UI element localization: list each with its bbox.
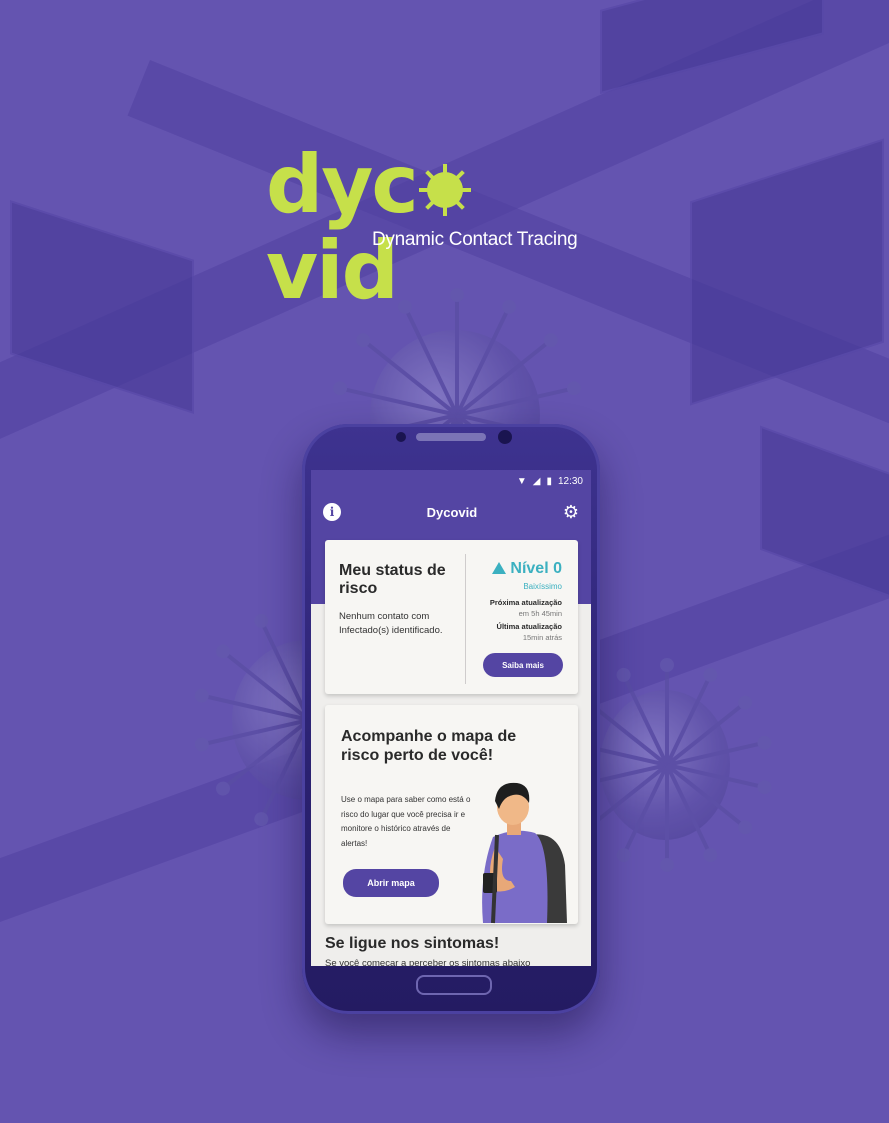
card-divider: [465, 554, 466, 684]
app-bar: i Dycovid ⚙: [311, 492, 591, 532]
dycovid-logo: dyc vid: [266, 142, 592, 314]
risk-level-description: Baixíssimo: [523, 582, 562, 591]
virus-spike: [665, 666, 669, 765]
last-update-value: 15min atrás: [522, 633, 562, 642]
virus-o-icon: [418, 164, 471, 216]
phone-speaker: [416, 433, 486, 441]
risk-card-title: Meu status de risco: [339, 562, 446, 597]
open-map-button[interactable]: Abrir mapa: [343, 869, 439, 897]
home-button[interactable]: [416, 975, 492, 995]
virus-illustration-right: [570, 666, 764, 872]
virus-spike: [665, 764, 712, 856]
settings-icon[interactable]: ⚙: [563, 502, 579, 523]
battery-icon: ▮: [546, 475, 552, 487]
virus-spike: [660, 765, 674, 872]
symptoms-text: Se você começar a perceber os sintomas a…: [325, 958, 531, 966]
symptoms-heading: Se ligue nos sintomas!: [325, 935, 500, 952]
learn-more-button[interactable]: Saiba mais: [483, 653, 563, 677]
info-icon[interactable]: i: [323, 503, 341, 521]
status-bar: ▼ ◢ ▮ 12:30: [311, 470, 591, 492]
status-time: 12:30: [557, 475, 583, 487]
virus-spike: [455, 306, 511, 416]
risk-status-card: Meu status de risco Nenhum contato com I…: [325, 540, 578, 694]
phone-camera: [396, 432, 406, 442]
app-title: Dycovid: [426, 504, 478, 520]
tagline: Dynamic Contact Tracing: [372, 229, 578, 250]
risk-level: Nível 0: [492, 560, 562, 578]
last-update-label: Última atualização: [496, 622, 562, 631]
person-with-phone-illustration: [482, 782, 567, 924]
phone-mockup: ▼ ◢ ▮ 12:30 i Dycovid ⚙ Meu status de ri…: [302, 424, 600, 1014]
virus-spike: [622, 674, 669, 766]
next-update-label: Próxima atualização: [489, 598, 562, 607]
wifi-icon: ▼: [516, 475, 527, 487]
virus-spike: [622, 764, 669, 856]
map-card-description: Use o mapa para saber como está o risco …: [341, 795, 471, 848]
next-update-value: em 5h 45min: [518, 609, 562, 618]
virus-spike: [455, 296, 459, 415]
signal-icon: ◢: [532, 475, 541, 487]
virus-spike: [665, 674, 712, 766]
warning-icon: [492, 562, 507, 574]
app-screen: ▼ ◢ ▮ 12:30 i Dycovid ⚙ Meu status de ri…: [311, 470, 591, 966]
phone-sensor: [498, 430, 512, 444]
virus-spike: [403, 306, 459, 416]
map-card-title: Acompanhe o mapa de risco perto de você!: [341, 728, 517, 764]
risk-map-card: Acompanhe o mapa de risco perto de você!…: [325, 705, 578, 924]
risk-card-description: Nenhum contato com Infectado(s) identifi…: [339, 611, 443, 636]
